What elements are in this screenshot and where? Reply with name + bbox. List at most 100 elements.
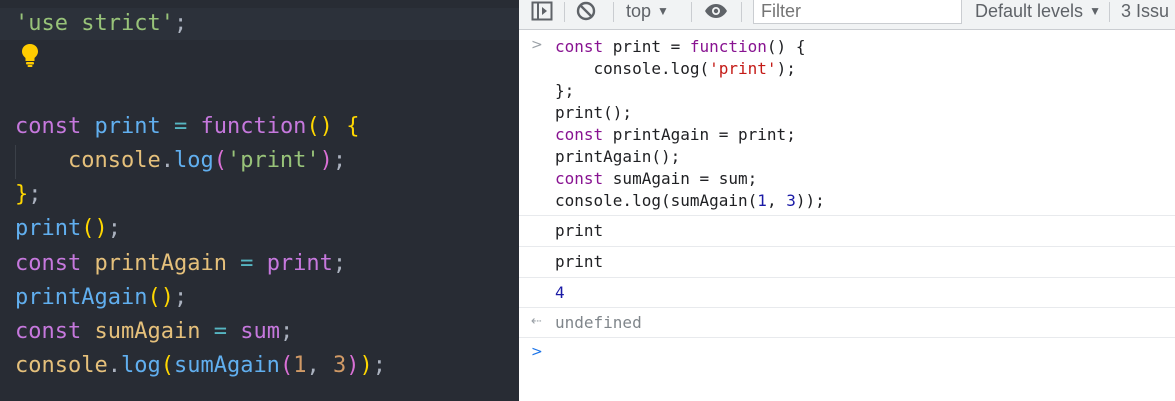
code-token: , [306, 353, 333, 378]
code-token: ); [776, 59, 796, 78]
code-token: printAgain(); [555, 147, 681, 166]
code-line-use-strict: 'use strict'; [15, 10, 187, 38]
code-token: () [147, 285, 174, 310]
console-result-entry: ⇠ undefined [519, 308, 1175, 338]
context-selector[interactable]: top ▼ [626, 0, 669, 22]
console-log-entry: 4 [519, 278, 1175, 308]
code-token: function [200, 114, 307, 139]
code-token: () { [766, 37, 806, 56]
code-line-8: console.log(sumAgain(1, 3)); [15, 352, 386, 380]
code-token: const [15, 114, 95, 139]
code-token: . [160, 148, 174, 173]
code-line-4: print(); [15, 215, 121, 243]
clear-console-icon[interactable] [574, 0, 598, 22]
code-token: const [15, 251, 95, 276]
code-line-6: printAgain(); [15, 284, 187, 312]
toolbar-separator [691, 2, 692, 22]
code-token: ( [160, 353, 174, 378]
eye-icon[interactable] [703, 0, 729, 22]
toolbar-separator [741, 2, 742, 22]
code-editor[interactable]: 'use strict'; const print = function() {… [0, 0, 519, 401]
console-input-line: const print = function() { [555, 36, 825, 58]
issues-button[interactable]: 3 Issu [1121, 0, 1169, 22]
code-token: 3 [786, 191, 796, 210]
code-token: print = [612, 37, 690, 56]
code-line-2: console.log('print'); [15, 147, 346, 175]
code-token: printAgain [94, 251, 227, 276]
code-line-1: const print = function() { [15, 113, 359, 141]
code-token: print [15, 216, 82, 241]
console-log-entry: print [519, 216, 1175, 247]
code-token: printAgain [15, 285, 148, 310]
code-token: print(); [555, 103, 633, 122]
input-chevron-icon: > [531, 37, 543, 53]
prompt-chevron-icon: > [531, 344, 543, 360]
code-token: ( [279, 353, 294, 378]
code-token: log [120, 353, 161, 378]
code-token: sumAgain [173, 353, 280, 378]
code-token: const [15, 319, 95, 344]
code-line-7: const sumAgain = sum; [15, 318, 293, 346]
code-token: 1 [757, 191, 767, 210]
code-token: ; [279, 319, 294, 344]
console-input-line: console.log('print'); [555, 58, 825, 80]
code-token: print [266, 251, 333, 276]
log-output: print [555, 252, 604, 271]
code-token: console [15, 148, 161, 173]
console-log-entry: print [519, 247, 1175, 278]
console-input-line: console.log(sumAgain(1, 3)); [555, 190, 825, 212]
toolbar-separator [564, 2, 565, 22]
code-token: }; [555, 81, 575, 100]
sidebar-toggle-icon[interactable] [529, 0, 555, 22]
code-line-5: const printAgain = print; [15, 250, 346, 278]
console-input-line: const sumAgain = sum; [555, 168, 825, 190]
code-token: printAgain = print; [612, 125, 796, 144]
chevron-down-icon: ▼ [1089, 4, 1101, 18]
code-token: sum [240, 319, 280, 344]
context-label: top [626, 1, 652, 21]
toolbar-separator [1109, 2, 1110, 22]
log-levels-label: Default levels [975, 1, 1084, 21]
code-token: () [306, 114, 333, 139]
devtools-console-panel: top ▼ Default levels ▼ 3 Issu > const prin… [519, 0, 1175, 401]
chevron-down-icon: ▼ [657, 4, 669, 18]
result-arrow-icon: ⇠ [531, 314, 542, 329]
code-token: print [94, 114, 161, 139]
code-token: 1 [293, 353, 307, 378]
code-token: const [555, 37, 613, 56]
code-token: = [226, 251, 267, 276]
log-output: print [555, 221, 604, 240]
toolbar-separator [613, 2, 614, 22]
filter-input[interactable] [753, 0, 962, 24]
console-input-line: const printAgain = print; [555, 124, 825, 146]
code-token: ) [319, 148, 333, 173]
code-token: ; [332, 148, 347, 173]
code-token: 'print' [709, 59, 777, 78]
code-token: ) [359, 353, 373, 378]
issues-label: 3 Issu [1121, 1, 1170, 21]
console-toolbar: top ▼ Default levels ▼ 3 Issu [519, 0, 1175, 30]
log-levels-dropdown[interactable]: Default levels ▼ [975, 0, 1101, 22]
log-output-number: 4 [555, 283, 565, 302]
code-token: . [107, 353, 121, 378]
code-token: ; [173, 11, 188, 36]
code-token: { [346, 114, 360, 139]
code-token: ( [213, 148, 227, 173]
console-prompt[interactable]: > [519, 338, 1175, 378]
code-token: 'print' [226, 148, 320, 173]
code-token: const [555, 169, 613, 188]
console-input-line: }; [555, 80, 825, 102]
code-token: sumAgain = sum; [612, 169, 758, 188]
console-input-line: print(); [555, 102, 825, 124]
code-token: ) [346, 353, 360, 378]
console-input-line: printAgain(); [555, 146, 825, 168]
code-token: console.log(sumAgain( [555, 191, 758, 210]
code-token: ; [28, 182, 42, 207]
code-token: const [555, 125, 613, 144]
code-token: ; [107, 216, 121, 241]
result-value: undefined [555, 313, 642, 332]
code-token: 'use strict' [15, 11, 174, 36]
code-token: } [15, 182, 29, 207]
lightbulb-icon[interactable] [20, 42, 40, 68]
